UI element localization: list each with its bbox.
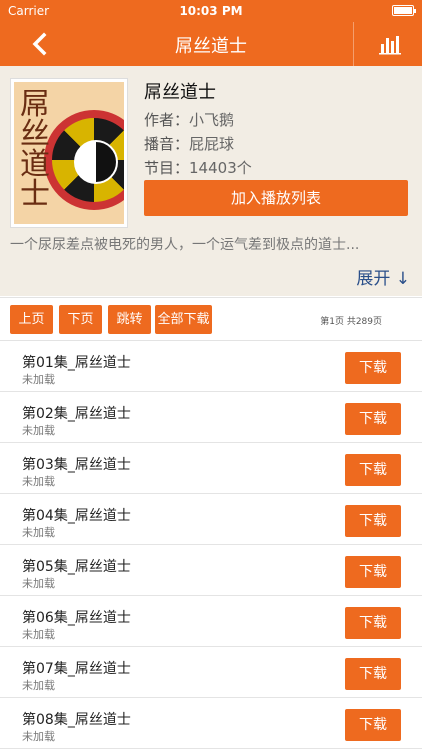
episode-status: 未加载: [22, 730, 55, 743]
prev-page-button[interactable]: 上页: [10, 305, 53, 334]
list-item[interactable]: 第04集_屌丝道士 未加载 下载: [0, 494, 422, 545]
next-page-button[interactable]: 下页: [59, 305, 102, 334]
expand-button[interactable]: 展开 ↓: [356, 264, 410, 289]
download-button[interactable]: 下载: [345, 352, 401, 384]
chevron-left-icon[interactable]: [24, 28, 56, 60]
list-item[interactable]: 第05集_屌丝道士 未加载 下载: [0, 545, 422, 596]
jump-button[interactable]: 跳转: [108, 305, 151, 334]
book-meta: 屌丝道士 作者：小飞鹅 播音：屁屁球 节目：14403个: [144, 78, 409, 180]
download-button[interactable]: 下载: [345, 556, 401, 588]
bar-chart-icon[interactable]: [376, 30, 404, 58]
episode-list: 第01集_屌丝道士 未加载 下载 第02集_屌丝道士 未加载 下载 第03集_屌…: [0, 341, 422, 749]
list-item[interactable]: 第02集_屌丝道士 未加载 下载: [0, 392, 422, 443]
list-item[interactable]: 第08集_屌丝道士 未加载 下载: [0, 698, 422, 749]
episode-status: 未加载: [22, 577, 55, 590]
list-item[interactable]: 第03集_屌丝道士 未加载 下载: [0, 443, 422, 494]
book-title: 屌丝道士: [144, 82, 216, 103]
narrator-row: 播音：屁屁球: [144, 132, 409, 156]
cover-art: 屌丝道士: [14, 82, 124, 224]
episodes-row: 节目：14403个: [144, 156, 409, 180]
pagination-toolbar: 上页 下页 跳转 全部下载 第1页 共289页: [0, 297, 422, 341]
cover-title: 屌丝道士: [20, 87, 50, 212]
nav-bar: 屌丝道士: [0, 22, 422, 66]
list-item[interactable]: 第06集_屌丝道士 未加载 下载: [0, 596, 422, 647]
page-info: 第1页 共289页: [320, 317, 382, 327]
episode-title: 第07集_屌丝道士: [22, 661, 131, 677]
episodes-value: 14403个: [189, 159, 252, 177]
book-description: 一个尿尿差点被电死的男人，一个运气差到极点的道士...: [10, 237, 360, 253]
author-row: 作者：小飞鹅: [144, 108, 409, 132]
episode-title: 第02集_屌丝道士: [22, 406, 131, 422]
episode-status: 未加载: [22, 424, 55, 437]
download-button[interactable]: 下载: [345, 709, 401, 741]
episode-status: 未加载: [22, 475, 55, 488]
episode-title: 第08集_屌丝道士: [22, 712, 131, 728]
nav-divider: [353, 22, 354, 66]
battery-icon: [392, 5, 416, 16]
narrator-value: 屁屁球: [189, 135, 235, 153]
download-button[interactable]: 下载: [345, 454, 401, 486]
download-all-button[interactable]: 全部下载: [155, 305, 212, 334]
download-button[interactable]: 下载: [345, 658, 401, 690]
download-button[interactable]: 下载: [345, 403, 401, 435]
list-item[interactable]: 第01集_屌丝道士 未加载 下载: [0, 341, 422, 392]
episode-title: 第03集_屌丝道士: [22, 457, 131, 473]
episode-status: 未加载: [22, 679, 55, 692]
episode-status: 未加载: [22, 628, 55, 641]
episode-title: 第01集_屌丝道士: [22, 355, 131, 371]
episode-status: 未加载: [22, 526, 55, 539]
episodes-label: 节目：: [144, 159, 190, 177]
add-to-playlist-button[interactable]: 加入播放列表: [144, 180, 408, 216]
list-item[interactable]: 第07集_屌丝道士 未加载 下载: [0, 647, 422, 698]
author-value: 小飞鹅: [189, 111, 235, 129]
episode-title: 第05集_屌丝道士: [22, 559, 131, 575]
clock: 10:03 PM: [179, 4, 243, 18]
author-label: 作者：: [144, 111, 190, 129]
narrator-label: 播音：: [144, 135, 190, 153]
episode-title: 第04集_屌丝道士: [22, 508, 131, 524]
status-bar: Carrier 10:03 PM: [0, 0, 422, 22]
page-title: 屌丝道士: [175, 36, 247, 57]
episode-title: 第06集_屌丝道士: [22, 610, 131, 626]
episode-status: 未加载: [22, 373, 55, 386]
book-cover: 屌丝道士: [10, 78, 128, 228]
download-button[interactable]: 下载: [345, 607, 401, 639]
book-info-panel: 屌丝道士 屌丝道士 作者：小飞鹅 播音：屁屁球 节目：14403个 加入播放列表…: [0, 66, 422, 296]
download-button[interactable]: 下载: [345, 505, 401, 537]
